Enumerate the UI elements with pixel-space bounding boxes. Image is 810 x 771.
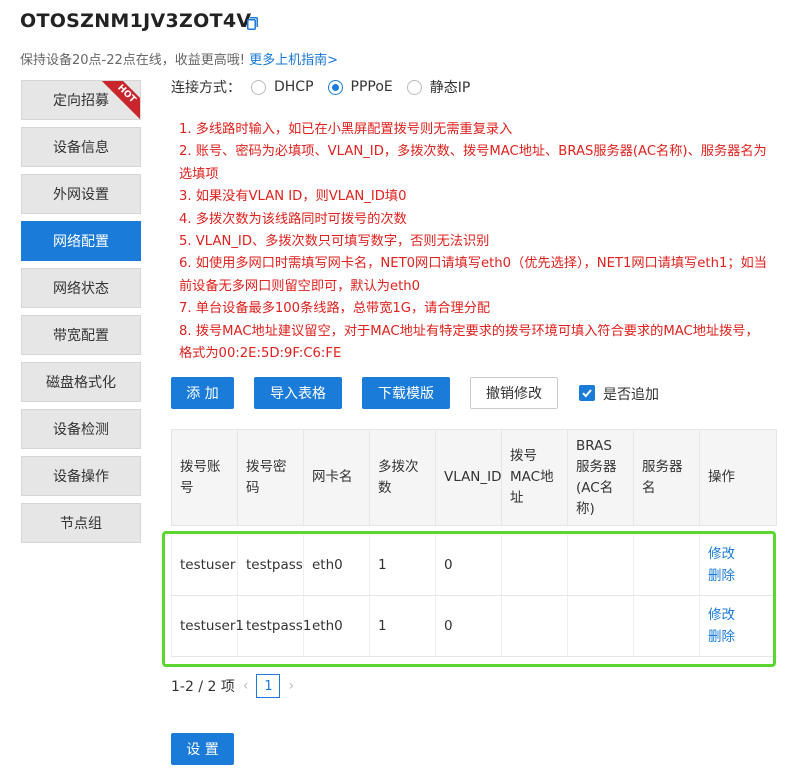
append-checkbox[interactable] [579,385,595,401]
column-header: VLAN_ID [435,429,502,526]
cell-mac [501,595,568,657]
cell-actions: 修改 删除 [699,595,777,657]
chevron-left-icon[interactable]: ‹ [243,678,249,694]
cell-server [633,534,700,596]
column-header: 服务器名 [633,429,700,526]
instructions-notes: 1. 多线路时输入，如已在小黑屏配置拨号则无需重复录入 2. 账号、密码为必填项… [171,119,771,365]
pagination-summary: 1-2 / 2 项 [171,679,235,695]
table-row: testuser testpass eth0 1 0 修改 删除 [171,534,777,596]
radio-pppoe[interactable]: PPPoE [327,79,393,95]
sidebar-item-device-operation[interactable]: 设备操作 [21,456,141,496]
sidebar-item-network-config[interactable]: 网络配置 [21,221,141,261]
append-label: 是否追加 [603,387,659,403]
cell-mac [501,534,568,596]
sidebar-item-device-info[interactable]: 设备信息 [21,127,141,167]
sidebar-item-targeted-recruit[interactable]: 定向招募 HOT [21,80,141,120]
add-button[interactable]: 添 加 [171,377,234,409]
column-header: 拨号密码 [237,429,304,526]
cell-nic: eth0 [303,534,370,596]
radio-circle[interactable] [406,79,422,95]
note-line: 1. 多线路时输入，如已在小黑屏配置拨号则无需重复录入 [179,122,513,137]
edit-link[interactable]: 修改 [708,604,769,626]
sidebar-item-label: 带宽配置 [53,328,109,344]
online-tip-text: 保持设备20点-22点在线，收益更高哦! [20,53,245,68]
sidebar-item-label: 定向招募 [53,93,109,109]
sidebar-item-disk-format[interactable]: 磁盘格式化 [21,362,141,402]
note-line: 3. 如果没有VLAN ID，则VLAN_ID填0 [179,189,407,205]
sidebar-item-network-status[interactable]: 网络状态 [21,268,141,308]
cell-account: testuser1 [171,595,244,657]
check-icon [582,389,592,398]
note-line: 7. 单台设备最多100条线路，总带宽1G，请合理分配 [179,301,491,317]
download-template-button[interactable]: 下载模版 [362,377,450,409]
device-id-title: OTOSZNM1JV3ZOT4V [20,10,252,32]
column-header: 操作 [699,429,777,526]
connection-type-label: 连接方式： [171,80,241,96]
sidebar: 定向招募 HOT 设备信息 外网设置 网络配置 网络状态 带宽配置 磁盘格式化 … [21,80,141,550]
cell-password: testpass [237,534,304,596]
sidebar-item-device-check[interactable]: 设备检测 [21,409,141,449]
import-table-button[interactable]: 导入表格 [254,377,342,409]
column-header: 拨号账号 [171,429,238,526]
chevron-right-icon[interactable]: › [288,678,294,694]
cell-dial-count: 1 [369,534,436,596]
cell-vlan-id: 0 [435,595,502,657]
copy-icon[interactable] [247,17,258,30]
column-header: 网卡名 [303,429,370,526]
cell-bras [567,595,634,657]
cell-nic: eth0 [303,595,370,657]
sidebar-item-label: 设备检测 [53,422,109,438]
sidebar-item-label: 磁盘格式化 [46,375,116,391]
page-number-current[interactable]: 1 [256,674,281,698]
cell-server [633,595,700,657]
note-line: 8. 拨号MAC地址建议留空，对于MAC地址有特定要求的拨号环境可填入符合要求的… [179,323,759,362]
table-header-row: 拨号账号 拨号密码 网卡名 多拨次数 VLAN_ID 拨号MAC地址 BRAS服… [171,429,777,526]
set-button[interactable]: 设 置 [171,733,234,765]
note-line: 4. 多拨次数为该线路同时可拨号的次数 [179,211,407,227]
sidebar-item-label: 设备信息 [53,140,109,156]
sidebar-item-label: 设备操作 [53,469,109,485]
sidebar-item-label: 外网设置 [53,187,109,203]
radio-label: 静态IP [429,80,471,96]
cell-vlan-id: 0 [435,534,502,596]
guide-link[interactable]: 更多上机指南> [249,53,338,68]
sidebar-item-label: 节点组 [60,516,102,532]
cell-password: testpass1 [237,595,311,657]
pagination: 1-2 / 2 项 ‹ 1 › [171,674,302,698]
column-header: BRAS服务器(AC名称) [567,429,634,526]
cell-account: testuser [171,534,238,596]
edit-link[interactable]: 修改 [708,543,769,565]
online-tip: 保持设备20点-22点在线，收益更高哦! 更多上机指南> [20,49,338,68]
cell-dial-count: 1 [369,595,436,657]
note-line: 5. VLAN_ID、多拨次数只可填写数字，否则无法识别 [179,234,490,250]
column-header: 多拨次数 [369,429,436,526]
delete-link[interactable]: 删除 [708,565,769,587]
radio-circle[interactable] [251,79,266,95]
note-line: 6. 如使用多网口时需填写网卡名，NET0网口请填写eth0（优先选择），NET… [179,256,767,294]
sidebar-item-wan-settings[interactable]: 外网设置 [21,174,141,214]
sidebar-item-label: 网络配置 [53,234,109,250]
radio-dhcp[interactable]: DHCP [251,79,314,95]
radio-label: PPPoE [350,79,393,95]
connection-type-row: 连接方式： DHCP PPPoE 静态IP [171,77,474,97]
sidebar-item-node-group[interactable]: 节点组 [21,503,141,543]
radio-circle[interactable] [327,79,343,95]
radio-label: DHCP [274,79,314,95]
delete-link[interactable]: 删除 [708,626,769,648]
cell-actions: 修改 删除 [699,534,777,596]
table-row: testuser1 testpass1 eth0 1 0 修改 删除 [171,595,777,657]
radio-static-ip[interactable]: 静态IP [406,77,471,97]
column-header: 拨号MAC地址 [501,429,568,526]
undo-changes-button[interactable]: 撤销修改 [470,377,558,409]
sidebar-item-bandwidth-config[interactable]: 带宽配置 [21,315,141,355]
dial-accounts-table: 拨号账号 拨号密码 网卡名 多拨次数 VLAN_ID 拨号MAC地址 BRAS服… [171,429,777,657]
note-line: 2. 账号、密码为必填项、VLAN_ID，多拨次数、拨号MAC地址、BRAS服务… [179,144,767,182]
cell-bras [567,534,634,596]
sidebar-item-label: 网络状态 [53,281,109,297]
